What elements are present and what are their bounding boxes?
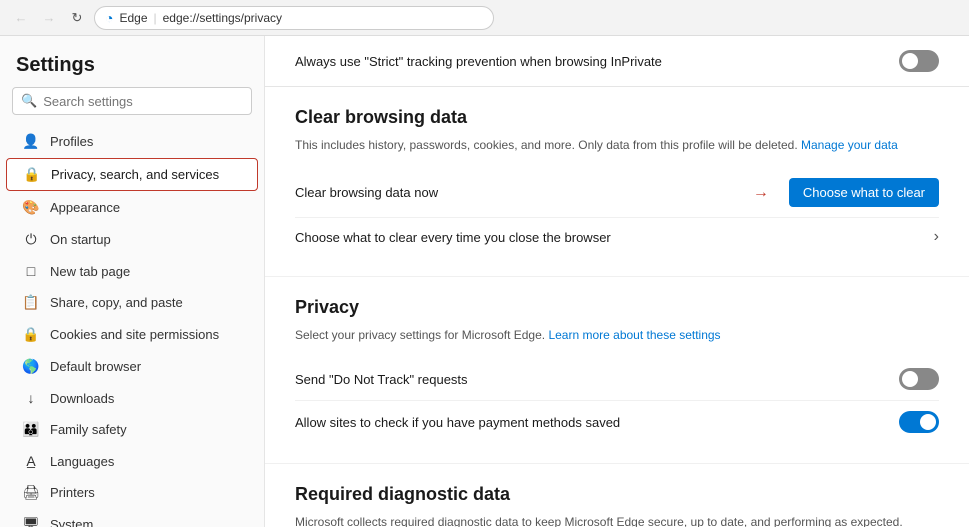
top-bar-text: Always use "Strict" tracking prevention …	[295, 54, 662, 69]
address-bar: ◔ Edge | edge://settings/privacy	[94, 6, 494, 30]
downloads-icon: ↓	[22, 390, 40, 406]
app-body: Settings 🔍 👤 Profiles 🔒 Privacy, search,…	[0, 36, 969, 527]
sidebar-label-family: Family safety	[50, 422, 127, 437]
search-box-wrap: 🔍	[0, 87, 264, 125]
clear-section-title: Clear browsing data	[295, 107, 939, 128]
required-diag-desc: Microsoft collects required diagnostic d…	[295, 513, 939, 527]
privacy-icon: 🔒	[23, 166, 41, 183]
manage-data-link[interactable]: Manage your data	[801, 138, 898, 152]
privacy-desc-text: Select your privacy settings for Microso…	[295, 328, 545, 342]
sidebar-item-family[interactable]: 👪 Family safety	[6, 414, 258, 445]
url-text: edge://settings/privacy	[163, 11, 282, 25]
required-diag-section: Required diagnostic data Microsoft colle…	[265, 464, 969, 527]
printers-icon: 🖨	[22, 484, 40, 501]
forward-button[interactable]: →	[38, 7, 60, 29]
privacy-title: Privacy	[295, 297, 939, 318]
search-input[interactable]	[43, 94, 243, 109]
top-bar: Always use "Strict" tracking prevention …	[265, 36, 969, 87]
sidebar-item-startup[interactable]: ⏻ On startup	[6, 224, 258, 255]
sidebar-label-startup: On startup	[50, 232, 111, 247]
sidebar-item-profiles[interactable]: 👤 Profiles	[6, 126, 258, 157]
sidebar-label-cookies: Cookies and site permissions	[50, 327, 219, 342]
share-icon: 📋	[22, 294, 40, 311]
browser-chrome: ← → ↻ ◔ Edge | edge://settings/privacy	[0, 0, 969, 36]
newtab-icon: □	[22, 263, 40, 279]
search-box[interactable]: 🔍	[12, 87, 252, 115]
appearance-icon: 🎨	[22, 199, 40, 216]
edge-logo-icon: ◔	[105, 10, 113, 26]
chevron-right-icon: ›	[934, 228, 939, 246]
profiles-icon: 👤	[22, 133, 40, 150]
sidebar-item-downloads[interactable]: ↓ Downloads	[6, 383, 258, 413]
required-diag-text: Microsoft collects required diagnostic d…	[295, 515, 903, 527]
clear-now-right: → Choose what to clear	[753, 178, 939, 207]
sidebar-item-printers[interactable]: 🖨 Printers	[6, 477, 258, 508]
payment-toggle[interactable]	[899, 411, 939, 433]
sidebar-label-privacy: Privacy, search, and services	[51, 167, 219, 182]
dnt-label: Send "Do Not Track" requests	[295, 372, 468, 387]
sidebar-label-printers: Printers	[50, 485, 95, 500]
sidebar-item-defaultbrowser[interactable]: 🌎 Default browser	[6, 351, 258, 382]
edge-label: Edge	[119, 11, 147, 25]
search-icon: 🔍	[21, 93, 37, 109]
sidebar-label-system: System	[50, 517, 93, 527]
required-diag-title: Required diagnostic data	[295, 484, 939, 505]
payment-row: Allow sites to check if you have payment…	[295, 401, 939, 443]
clear-now-label: Clear browsing data now	[295, 185, 438, 200]
main-content: Always use "Strict" tracking prevention …	[265, 36, 969, 527]
payment-label: Allow sites to check if you have payment…	[295, 415, 620, 430]
sidebar-label-share: Share, copy, and paste	[50, 295, 183, 310]
languages-icon: A̲	[22, 453, 40, 469]
sidebar-label-defaultbrowser: Default browser	[50, 359, 141, 374]
choose-every-time-label: Choose what to clear every time you clos…	[295, 230, 611, 245]
privacy-section: Privacy Select your privacy settings for…	[265, 277, 969, 464]
clear-now-row: Clear browsing data now → Choose what to…	[295, 168, 939, 218]
back-button[interactable]: ←	[10, 7, 32, 29]
startup-icon: ⏻	[22, 231, 40, 248]
sidebar-item-system[interactable]: 🖥 System	[6, 509, 258, 527]
sidebar-label-languages: Languages	[50, 454, 114, 469]
clear-section-desc: This includes history, passwords, cookie…	[295, 136, 939, 154]
inprivate-toggle[interactable]	[899, 50, 939, 72]
clear-desc-text: This includes history, passwords, cookie…	[295, 138, 798, 152]
reload-button[interactable]: ↻	[66, 7, 88, 29]
sidebar-label-downloads: Downloads	[50, 391, 114, 406]
learn-more-link[interactable]: Learn more about these settings	[548, 328, 720, 342]
dnt-toggle[interactable]	[899, 368, 939, 390]
sidebar-label-newtab: New tab page	[50, 264, 130, 279]
sidebar-item-appearance[interactable]: 🎨 Appearance	[6, 192, 258, 223]
sidebar-label-appearance: Appearance	[50, 200, 120, 215]
dnt-row: Send "Do Not Track" requests	[295, 358, 939, 401]
sidebar-item-share[interactable]: 📋 Share, copy, and paste	[6, 287, 258, 318]
choose-what-to-clear-button[interactable]: Choose what to clear	[789, 178, 939, 207]
sidebar: Settings 🔍 👤 Profiles 🔒 Privacy, search,…	[0, 36, 265, 527]
defaultbrowser-icon: 🌎	[22, 358, 40, 375]
sidebar-item-cookies[interactable]: 🔒 Cookies and site permissions	[6, 319, 258, 350]
choose-every-time-row[interactable]: Choose what to clear every time you clos…	[295, 218, 939, 256]
sidebar-title: Settings	[0, 36, 264, 87]
system-icon: 🖥	[22, 516, 40, 527]
privacy-desc: Select your privacy settings for Microso…	[295, 326, 939, 344]
cookies-icon: 🔒	[22, 326, 40, 343]
sidebar-item-languages[interactable]: A̲ Languages	[6, 446, 258, 476]
sidebar-label-profiles: Profiles	[50, 134, 93, 149]
sidebar-item-newtab[interactable]: □ New tab page	[6, 256, 258, 286]
clear-browsing-section: Clear browsing data This includes histor…	[265, 87, 969, 277]
arrow-right-icon: →	[753, 184, 769, 202]
sidebar-item-privacy[interactable]: 🔒 Privacy, search, and services	[6, 158, 258, 191]
family-icon: 👪	[22, 421, 40, 438]
